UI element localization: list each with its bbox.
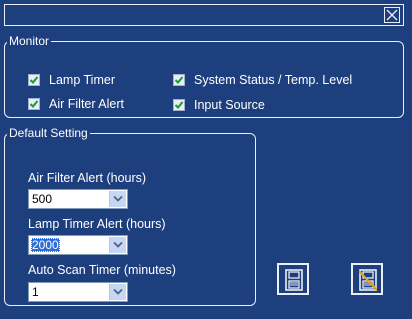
- input-source-label: Input Source: [194, 98, 265, 112]
- system-status-checkbox[interactable]: System Status / Temp. Level: [173, 73, 352, 87]
- checkmark-icon: [174, 76, 184, 84]
- air-filter-alert-select[interactable]: 500: [28, 189, 128, 209]
- checkbox-box: [173, 99, 185, 111]
- monitor-legend: Monitor: [9, 34, 50, 48]
- checkmark-icon: [29, 76, 39, 84]
- lamp-timer-checkbox[interactable]: Lamp Timer: [28, 73, 115, 87]
- default-setting-group: Default Setting Air Filter Alert (hours)…: [4, 126, 256, 306]
- air-filter-alert-hours-label: Air Filter Alert (hours): [28, 171, 147, 185]
- chevron-down-icon: [113, 288, 123, 295]
- lamp-timer-alert-value: 2000: [31, 238, 60, 252]
- chevron-down-icon: [113, 195, 123, 202]
- dropdown-button[interactable]: [109, 191, 126, 207]
- checkbox-box: [28, 98, 40, 110]
- close-x-icon: [386, 9, 398, 21]
- save-disabled-icon: [359, 269, 377, 291]
- air-filter-alert-value: 500: [32, 192, 53, 206]
- checkbox-box: [173, 74, 185, 86]
- dropdown-button[interactable]: [109, 284, 126, 300]
- save-disk-icon: [285, 269, 303, 291]
- cancel-save-button[interactable]: [351, 263, 383, 295]
- input-source-checkbox[interactable]: Input Source: [173, 98, 265, 112]
- dropdown-button[interactable]: [109, 237, 126, 253]
- auto-scan-timer-label: Auto Scan Timer (minutes): [28, 263, 176, 277]
- lamp-timer-alert-select[interactable]: 2000: [28, 235, 128, 255]
- lamp-timer-alert-hours-label: Lamp Timer Alert (hours): [28, 217, 166, 231]
- chevron-down-icon: [113, 241, 123, 248]
- close-button[interactable]: [384, 7, 400, 23]
- air-filter-alert-label: Air Filter Alert: [49, 97, 125, 111]
- dialog-title-bar: [4, 4, 404, 26]
- default-setting-legend: Default Setting: [9, 126, 88, 140]
- save-button[interactable]: [277, 263, 309, 295]
- system-status-label: System Status / Temp. Level: [194, 73, 353, 87]
- monitor-group: Monitor Lamp Timer Air Filter Alert Syst…: [4, 34, 404, 118]
- checkmark-icon: [29, 100, 39, 108]
- auto-scan-timer-value: 1: [32, 285, 39, 299]
- checkmark-icon: [174, 101, 184, 109]
- air-filter-alert-checkbox[interactable]: Air Filter Alert: [28, 97, 124, 111]
- auto-scan-timer-select[interactable]: 1: [28, 282, 128, 302]
- checkbox-box: [28, 74, 40, 86]
- lamp-timer-label: Lamp Timer: [49, 73, 115, 87]
